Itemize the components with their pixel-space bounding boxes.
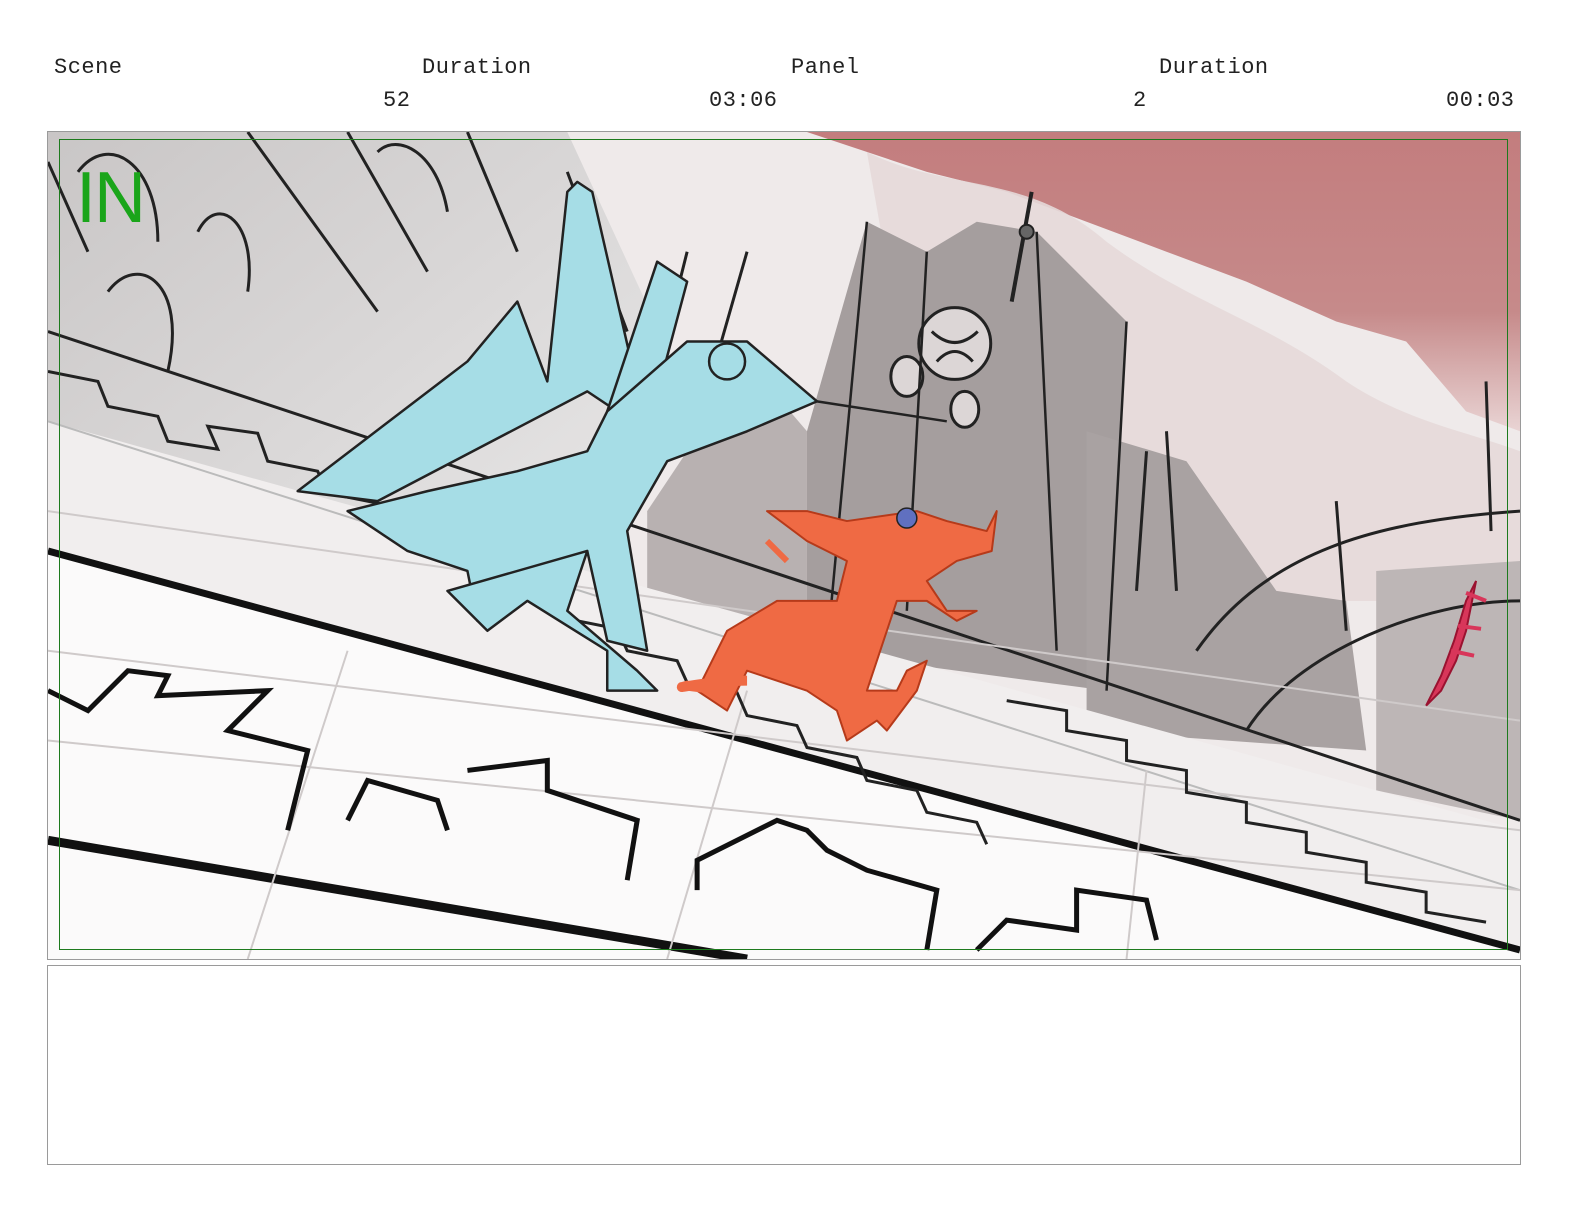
panel-illustration (48, 132, 1520, 959)
scene-label: Scene (54, 55, 123, 80)
transition-in-marker: IN (76, 158, 146, 238)
storyboard-panel: IN (47, 131, 1521, 960)
panel-duration-value: 00:03 (1446, 88, 1515, 113)
panel-label: Panel (791, 55, 860, 80)
scene-number: 52 (383, 88, 411, 113)
panel-number: 2 (1133, 88, 1147, 113)
notes-text (48, 966, 1520, 986)
scene-duration-label: Duration (422, 55, 532, 80)
panel-duration-label: Duration (1159, 55, 1269, 80)
scene-duration-value: 03:06 (709, 88, 778, 113)
notes-box[interactable] (47, 965, 1521, 1165)
